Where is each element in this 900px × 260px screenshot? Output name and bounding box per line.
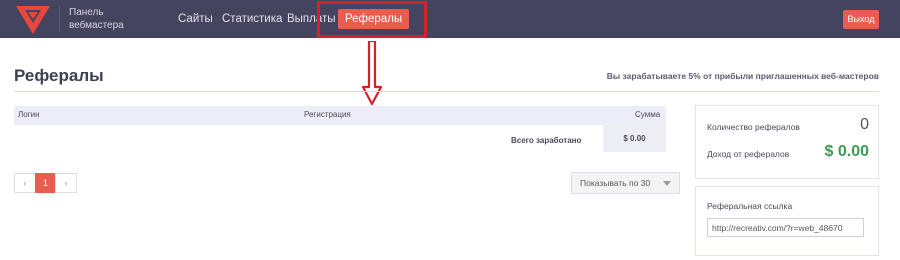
brand-title: Панель вебмастера xyxy=(69,6,124,32)
referral-count-value: 0 xyxy=(860,116,869,133)
referral-income-label: Доход от рефералов xyxy=(707,149,790,159)
title-divider xyxy=(14,91,879,92)
page-subtitle: Вы зарабатываете 5% от прибыли приглашен… xyxy=(606,71,879,81)
nav-stats[interactable]: Статистика xyxy=(222,11,282,27)
total-earned-value: $ 0.00 xyxy=(603,125,666,152)
column-registration[interactable]: Регистрация xyxy=(304,110,351,119)
column-amount[interactable]: Сумма xyxy=(635,110,660,119)
referral-count-label: Количество рефералов xyxy=(707,122,800,132)
annotation-highlight-box xyxy=(317,1,427,38)
top-navbar: Панель вебмастера Сайты Статистика Выпла… xyxy=(0,0,900,38)
pagination-prev-button[interactable]: ‹ xyxy=(14,173,36,193)
referral-link-label: Реферальная ссылка xyxy=(707,201,793,211)
total-earned-label: Всего заработано xyxy=(511,136,582,145)
referral-link-input[interactable] xyxy=(707,218,864,237)
logo-icon[interactable] xyxy=(16,6,50,34)
annotation-arrow-icon xyxy=(362,41,382,105)
pagination-page-1[interactable]: 1 xyxy=(35,173,56,193)
referral-stats-card: Количество рефералов 0 Доход от реферало… xyxy=(695,105,879,179)
caret-down-icon xyxy=(663,181,671,186)
page-title: Рефералы xyxy=(14,66,104,85)
brand-divider xyxy=(59,6,60,32)
referral-link-card: Реферальная ссылка xyxy=(695,186,879,256)
referral-income-value: $ 0.00 xyxy=(824,143,869,160)
brand-line-2: вебмастера xyxy=(69,20,124,31)
nav-sites[interactable]: Сайты xyxy=(178,11,213,27)
brand-line-1: Панель xyxy=(69,7,104,18)
logout-button[interactable]: Выход xyxy=(843,10,879,29)
column-login[interactable]: Логин xyxy=(18,110,40,119)
per-page-select[interactable]: Показывать по 30 xyxy=(571,172,680,194)
pagination-next-button[interactable]: › xyxy=(55,173,77,193)
per-page-label: Показывать по 30 xyxy=(580,178,651,188)
